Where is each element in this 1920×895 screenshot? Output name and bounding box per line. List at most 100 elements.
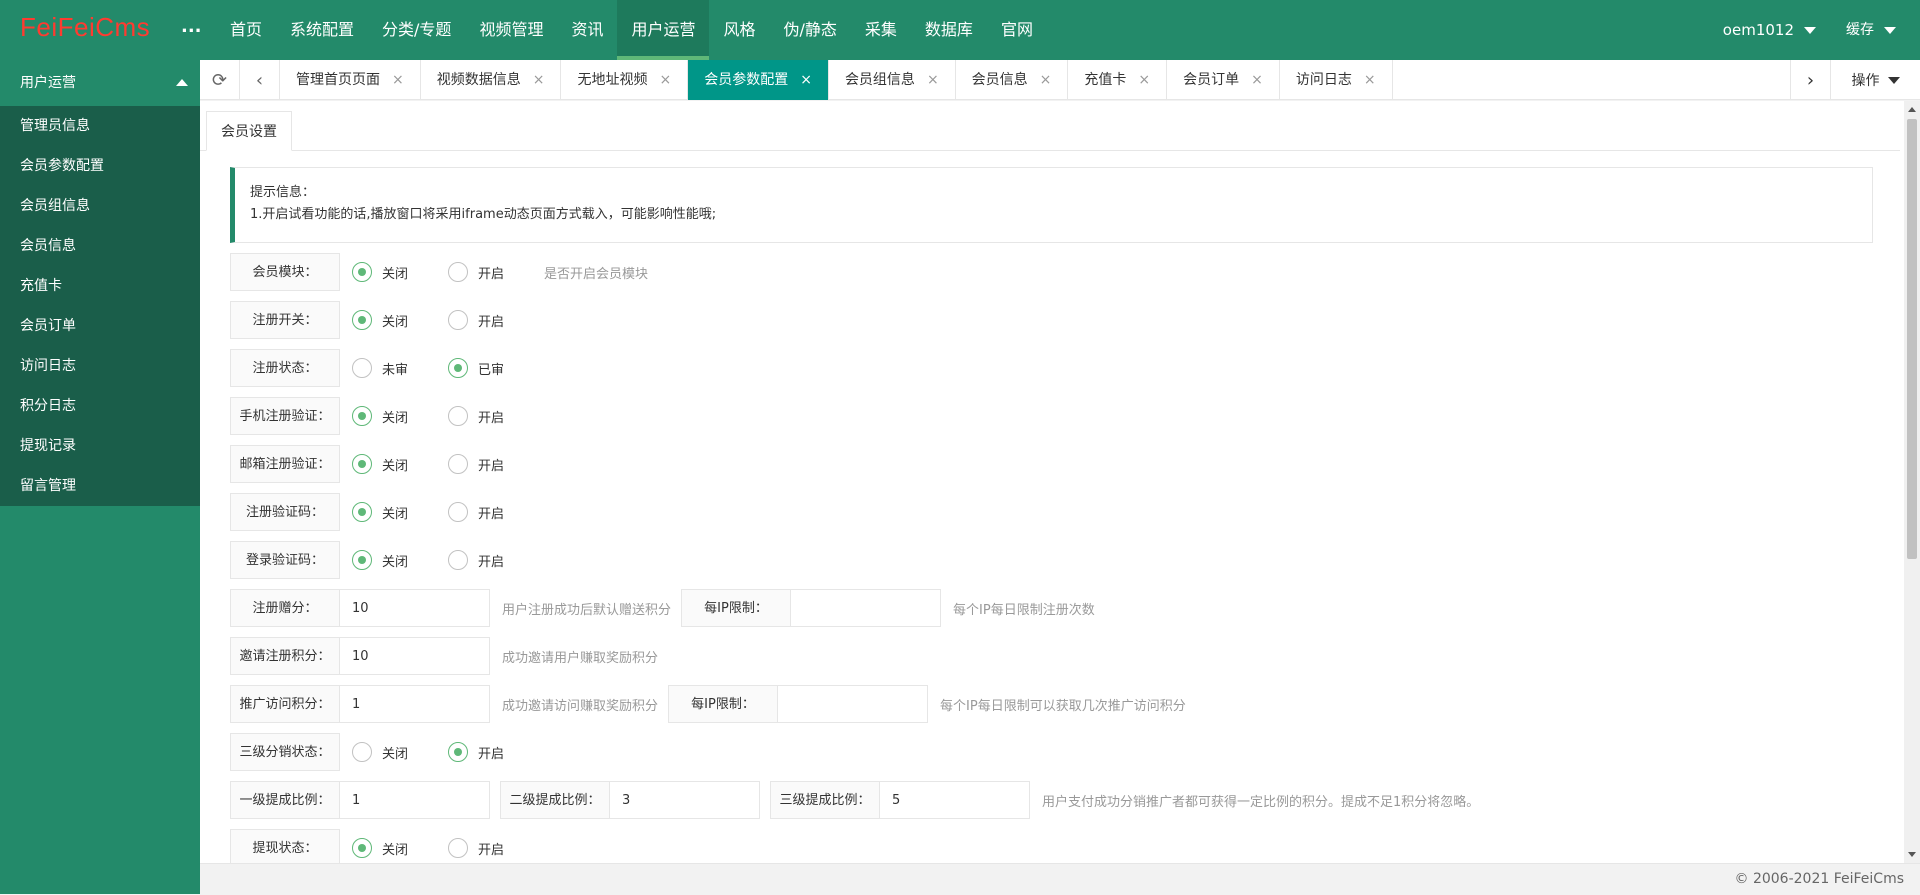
ratio-level1-input[interactable]: 1 [340,781,490,819]
more-menu-button[interactable]: ... [181,16,202,37]
close-icon[interactable]: × [1364,60,1376,100]
radio-label: 关闭 [382,314,409,330]
close-icon[interactable]: × [659,60,671,100]
radio-label: 关闭 [382,506,409,522]
sidebar-item-member-info[interactable]: 会员信息 [0,226,200,266]
register-gift-input[interactable]: 10 [340,589,490,627]
scrollbar-thumb[interactable] [1907,119,1917,559]
tab-no-url-video[interactable]: 无地址视频 × [561,60,689,100]
radio-tier3-off[interactable]: 关闭 [352,742,408,762]
radio-register-switch-on[interactable]: 开启 [448,310,504,330]
nav-official[interactable]: 官网 [987,0,1047,60]
tab-admin-home[interactable]: 管理首页页面 × [280,60,421,100]
promo-ip-limit-input[interactable] [778,685,929,723]
row-promo-points: 推广访问积分： 1 成功邀请访问赚取奖励积分 每IP限制： 每个IP每日限制可以… [230,685,1186,723]
close-icon[interactable]: × [800,60,812,100]
sidebar-item-member-group[interactable]: 会员组信息 [0,186,200,226]
tabs: 管理首页页面 × 视频数据信息 × 无地址视频 × 会员参数配置 × 会员组信息 × 会员… [280,60,1393,100]
close-icon[interactable]: × [392,60,404,100]
subtab-member-settings[interactable]: 会员设置 [206,111,292,151]
tip-line: 1.开启试看功能的话,播放窗口将采用iframe动态页面方式载入，可能影响性能哦… [250,207,717,222]
radio-member-module-on[interactable]: 开启 [448,262,504,282]
tab-member-info[interactable]: 会员信息 × [956,60,1069,100]
tab-label: 会员组信息 [844,72,915,88]
radio-member-module-off[interactable]: 关闭 [352,262,408,282]
nav-user-ops[interactable]: 用户运营 [617,0,710,60]
radio-email-verify-off[interactable]: 关闭 [352,454,408,474]
scroll-down-icon[interactable] [1908,852,1916,857]
radio-email-verify-on[interactable]: 开启 [448,454,504,474]
radio-withdraw-on[interactable]: 开启 [448,838,504,858]
invite-points-input[interactable]: 10 [340,637,490,675]
radio-label: 已审 [478,362,505,378]
nav-collect[interactable]: 采集 [851,0,911,60]
tab-recharge-card[interactable]: 充值卡 × [1068,60,1168,100]
tab-member-config[interactable]: 会员参数配置 × [688,60,829,100]
scroll-up-icon[interactable] [1908,107,1916,112]
form-label: 三级提成比例： [770,781,880,819]
close-icon[interactable]: × [927,60,939,100]
radio-phone-verify-on[interactable]: 开启 [448,406,504,426]
radio-register-captcha-off[interactable]: 关闭 [352,502,408,522]
radio-tier3-on[interactable]: 开启 [448,742,504,762]
chevron-left-icon[interactable]: ‹ [240,60,280,100]
ratio-level2-input[interactable]: 3 [610,781,760,819]
radio-withdraw-off[interactable]: 关闭 [352,838,408,858]
sidebar-item-recharge-card[interactable]: 充值卡 [0,266,200,306]
register-ip-limit-input[interactable] [791,589,942,627]
radio-phone-verify-off[interactable]: 关闭 [352,406,408,426]
nav-video[interactable]: 视频管理 [465,0,557,60]
radio-label: 关闭 [382,746,409,762]
nav-system-config[interactable]: 系统配置 [276,0,368,60]
sidebar-item-access-log[interactable]: 访问日志 [0,346,200,386]
close-icon[interactable]: × [1040,60,1052,100]
ratio-level3-input[interactable]: 5 [880,781,1030,819]
refresh-icon[interactable]: ⟳ [200,60,240,100]
form-label: 注册赠分： [230,589,340,627]
sidebar-item-points-log[interactable]: 积分日志 [0,386,200,426]
sidebar: 用户运营 管理员信息 会员参数配置 会员组信息 会员信息 充值卡 会员订单 访问… [0,60,200,894]
close-icon[interactable]: × [1138,60,1150,100]
nav-category[interactable]: 分类/专题 [368,0,465,60]
tab-label: 访问日志 [1295,72,1352,88]
nav-home[interactable]: 首页 [216,0,276,60]
form-label: 登录验证码： [230,541,340,579]
tab-member-orders[interactable]: 会员订单 × [1167,60,1280,100]
operations-menu[interactable]: 操作 [1830,60,1920,100]
close-icon[interactable]: × [533,60,545,100]
nav-news[interactable]: 资讯 [557,0,617,60]
radio-label: 关闭 [382,554,409,570]
chevron-right-icon[interactable]: › [1790,60,1830,100]
promo-points-input[interactable]: 1 [340,685,490,723]
scrollbar[interactable] [1904,101,1920,863]
radio-register-status-pending[interactable]: 未审 [352,358,408,378]
radio-label: 关闭 [382,410,409,426]
close-icon[interactable]: × [1251,60,1263,100]
hint-text: 成功邀请用户赚取奖励积分 [502,650,659,666]
tab-video-data[interactable]: 视频数据信息 × [421,60,562,100]
hint-text: 成功邀请访问赚取奖励积分 [502,698,659,714]
radio-register-switch-off[interactable]: 关闭 [352,310,408,330]
sidebar-group-title[interactable]: 用户运营 [0,60,200,106]
sidebar-item-withdraw[interactable]: 提现记录 [0,426,200,466]
chevron-down-icon [1804,26,1816,34]
cache-menu[interactable]: 缓存 [1846,0,1896,60]
nav-database[interactable]: 数据库 [911,0,987,60]
sidebar-item-admin-info[interactable]: 管理员信息 [0,106,200,146]
sidebar-item-member-orders[interactable]: 会员订单 [0,306,200,346]
radio-register-status-approved[interactable]: 已审 [448,358,504,378]
sidebar-item-member-config[interactable]: 会员参数配置 [0,146,200,186]
tab-member-group[interactable]: 会员组信息 × [829,60,956,100]
radio-login-captcha-off[interactable]: 关闭 [352,550,408,570]
radio-label: 未审 [382,362,409,378]
radio-register-captcha-on[interactable]: 开启 [448,502,504,522]
row-register-switch: 注册开关： 关闭 开启 [230,301,532,339]
radio-login-captcha-on[interactable]: 开启 [448,550,504,570]
logo[interactable]: FeiFeiCms [20,12,150,43]
sidebar-item-messages[interactable]: 留言管理 [0,466,200,506]
nav-style[interactable]: 风格 [709,0,769,60]
nav-static[interactable]: 伪/静态 [770,0,851,60]
user-menu[interactable]: oem1012 [1723,0,1816,60]
tab-access-log[interactable]: 访问日志 × [1280,60,1393,100]
radio-label: 开启 [478,506,505,522]
